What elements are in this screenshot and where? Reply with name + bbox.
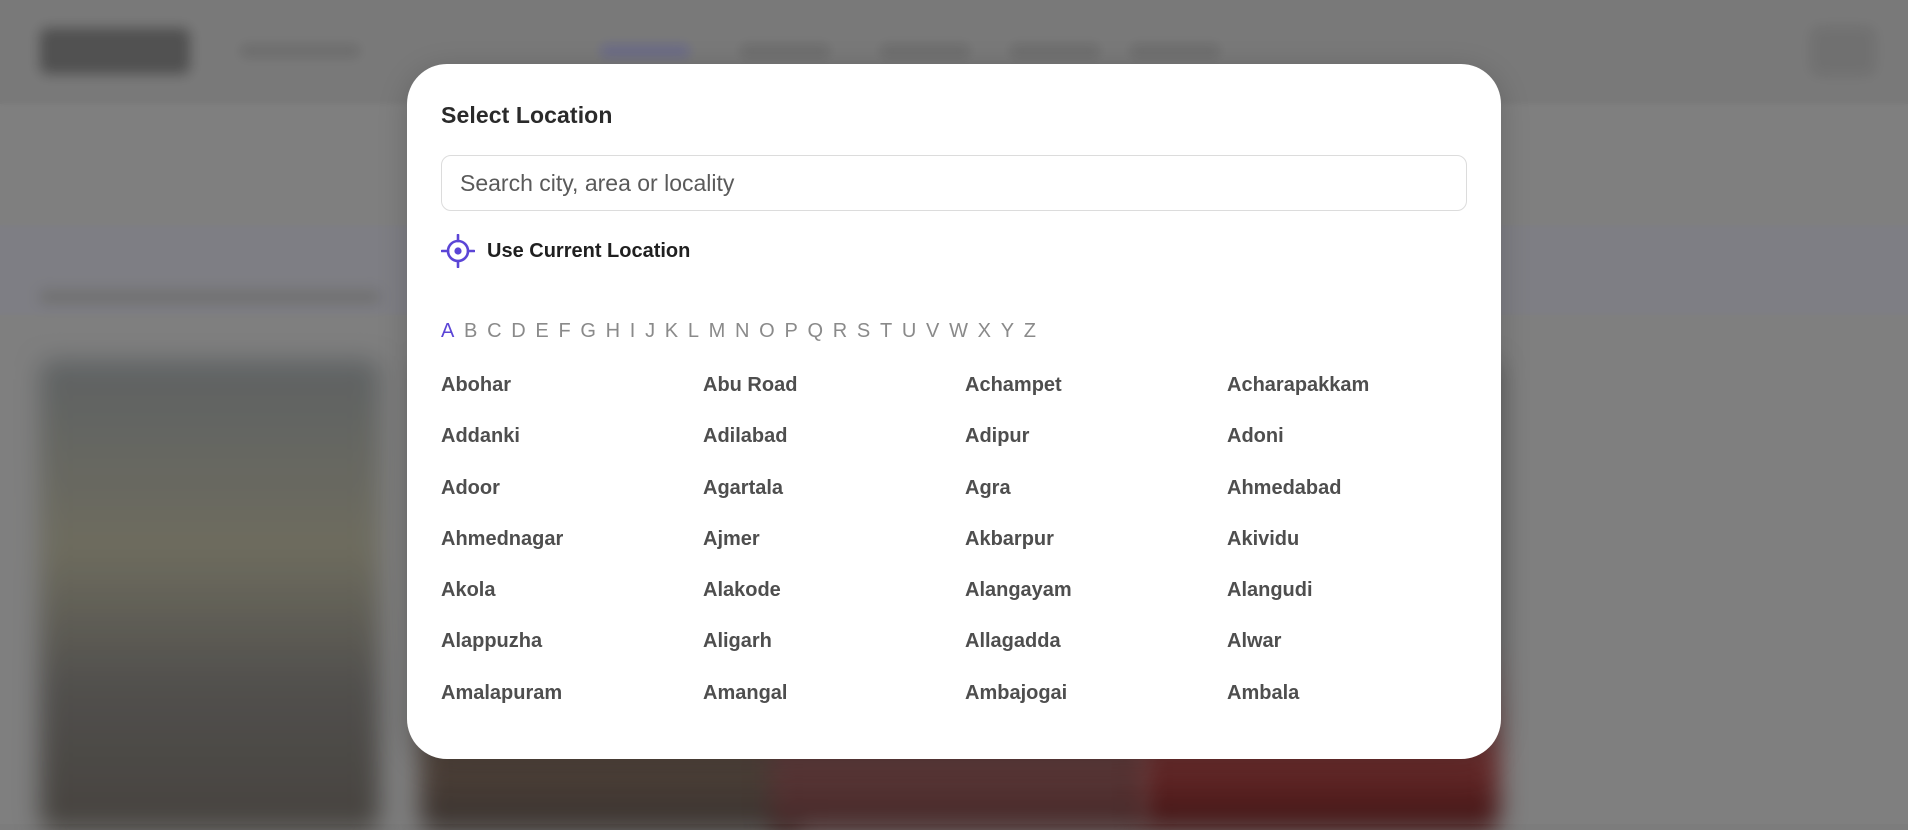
city-option[interactable]: Amangal: [703, 673, 965, 724]
city-option[interactable]: Aligarh: [703, 621, 965, 672]
city-option[interactable]: Alakode: [703, 570, 965, 621]
city-option[interactable]: Adoor: [441, 468, 703, 519]
letter-filter-w[interactable]: W: [949, 320, 968, 343]
letter-filter-e[interactable]: E: [535, 320, 549, 343]
letter-filter-k[interactable]: K: [665, 320, 679, 343]
letter-filter-y[interactable]: Y: [1001, 320, 1015, 343]
use-current-location-button[interactable]: Use Current Location: [441, 234, 690, 268]
city-option[interactable]: Adoni: [1227, 416, 1489, 467]
alphabet-filter: ABCDEFGHIJKLMNOPQRSTUVWXYZ: [441, 316, 1046, 346]
city-option[interactable]: Agra: [965, 468, 1227, 519]
letter-filter-c[interactable]: C: [487, 320, 502, 343]
city-option[interactable]: Acharapakkam: [1227, 365, 1489, 416]
select-location-modal: Select Location Use Current Location ABC…: [407, 64, 1501, 759]
city-option[interactable]: Akbarpur: [965, 519, 1227, 570]
city-option[interactable]: Ambala: [1227, 673, 1489, 724]
city-option[interactable]: Alangayam: [965, 570, 1227, 621]
letter-filter-p[interactable]: P: [784, 320, 798, 343]
city-option[interactable]: Ajmer: [703, 519, 965, 570]
city-option[interactable]: Alangudi: [1227, 570, 1489, 621]
city-option[interactable]: Ahmedabad: [1227, 468, 1489, 519]
letter-filter-t[interactable]: T: [880, 320, 892, 343]
letter-filter-g[interactable]: G: [580, 320, 596, 343]
letter-filter-q[interactable]: Q: [807, 320, 823, 343]
letter-filter-z[interactable]: Z: [1024, 320, 1036, 343]
city-option[interactable]: Achampet: [965, 365, 1227, 416]
letter-filter-h[interactable]: H: [606, 320, 621, 343]
city-option[interactable]: Ahmednagar: [441, 519, 703, 570]
city-option[interactable]: Alappuzha: [441, 621, 703, 672]
city-option[interactable]: Adipur: [965, 416, 1227, 467]
city-option[interactable]: Akola: [441, 570, 703, 621]
letter-filter-r[interactable]: R: [833, 320, 848, 343]
city-list: Abohar Abu Road Achampet Acharapakkam Addank…: [441, 365, 1481, 724]
letter-filter-d[interactable]: D: [511, 320, 526, 343]
letter-filter-b[interactable]: B: [464, 320, 478, 343]
letter-filter-u[interactable]: U: [902, 320, 917, 343]
city-option[interactable]: Adilabad: [703, 416, 965, 467]
city-option[interactable]: Abu Road: [703, 365, 965, 416]
city-option[interactable]: Addanki: [441, 416, 703, 467]
letter-filter-n[interactable]: N: [735, 320, 750, 343]
letter-filter-i[interactable]: I: [630, 320, 636, 343]
letter-filter-a[interactable]: A: [441, 320, 455, 343]
letter-filter-s[interactable]: S: [857, 320, 871, 343]
letter-filter-o[interactable]: O: [759, 320, 775, 343]
letter-filter-x[interactable]: X: [978, 320, 992, 343]
modal-title: Select Location: [441, 102, 613, 128]
city-option[interactable]: Allagadda: [965, 621, 1227, 672]
letter-filter-l[interactable]: L: [688, 320, 699, 343]
letter-filter-f[interactable]: F: [558, 320, 570, 343]
letter-filter-m[interactable]: M: [709, 320, 726, 343]
search-box[interactable]: [441, 155, 1467, 211]
city-option[interactable]: Alwar: [1227, 621, 1489, 672]
city-option[interactable]: Akividu: [1227, 519, 1489, 570]
letter-filter-v[interactable]: V: [926, 320, 940, 343]
letter-filter-j[interactable]: J: [645, 320, 655, 343]
city-option[interactable]: Amalapuram: [441, 673, 703, 724]
city-option[interactable]: Abohar: [441, 365, 703, 416]
city-option[interactable]: Agartala: [703, 468, 965, 519]
use-current-location-label: Use Current Location: [487, 239, 691, 262]
crosshair-location-icon: [441, 234, 475, 268]
location-search-input[interactable]: [442, 156, 1466, 210]
city-option[interactable]: Ambajogai: [965, 673, 1227, 724]
